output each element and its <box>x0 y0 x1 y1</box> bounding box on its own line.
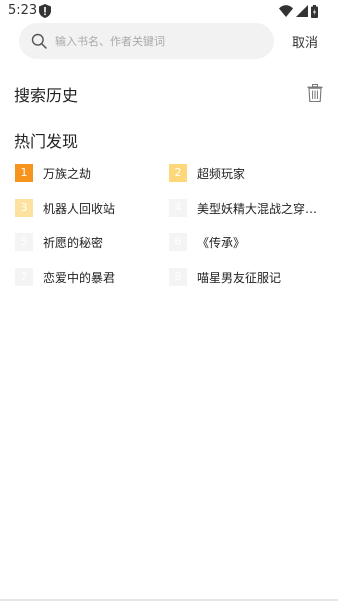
rank-badge: 2 <box>169 164 187 182</box>
shield-icon <box>39 4 51 18</box>
cancel-button[interactable]: 取消 <box>292 32 318 51</box>
hot-item-title: 喵星男友征服记 <box>197 270 282 285</box>
search-history-title: 搜索历史 <box>14 86 79 105</box>
hot-item-title: 恋爱中的暴君 <box>43 270 116 285</box>
hot-item-title: 《传承》 <box>197 235 246 250</box>
signal-icon <box>296 5 308 17</box>
rank-badge: 4 <box>169 199 187 217</box>
hot-item[interactable]: 7 恋爱中的暴君 <box>15 267 115 287</box>
hot-item-title: 美型妖精大混战之穿… <box>197 201 318 216</box>
hot-item-title: 机器人回收站 <box>43 201 116 216</box>
rank-badge: 8 <box>169 268 187 286</box>
rank-badge: 1 <box>15 164 33 182</box>
rank-badge: 6 <box>169 233 187 251</box>
rank-badge: 3 <box>15 199 33 217</box>
search-input[interactable] <box>55 23 265 59</box>
system-icons <box>279 4 318 18</box>
hot-item[interactable]: 8 喵星男友征服记 <box>169 267 281 287</box>
rank-badge: 7 <box>15 268 33 286</box>
wifi-icon <box>279 5 293 17</box>
hot-item[interactable]: 2 超频玩家 <box>169 163 245 183</box>
status-time: 5:23 <box>8 3 38 18</box>
hot-item-title: 祈愿的秘密 <box>43 235 104 250</box>
battery-icon <box>311 4 318 18</box>
search-box[interactable] <box>19 23 274 59</box>
hot-item-title: 超频玩家 <box>197 166 246 181</box>
hot-item[interactable]: 6 《传承》 <box>169 232 245 252</box>
hot-item[interactable]: 1 万族之劫 <box>15 163 91 183</box>
hot-item[interactable]: 3 机器人回收站 <box>15 198 115 218</box>
hot-item-title: 万族之劫 <box>43 166 92 181</box>
status-bar: 5:23 <box>0 0 338 22</box>
rank-badge: 5 <box>15 233 33 251</box>
trash-icon[interactable] <box>307 84 323 102</box>
hot-item[interactable]: 4 美型妖精大混战之穿… <box>169 198 317 218</box>
hot-item[interactable]: 5 祈愿的秘密 <box>15 232 103 252</box>
search-icon <box>31 33 47 49</box>
hot-discoveries-title: 热门发现 <box>14 132 79 151</box>
search-screen: 5:23 取消 搜索历史 <box>0 0 338 601</box>
